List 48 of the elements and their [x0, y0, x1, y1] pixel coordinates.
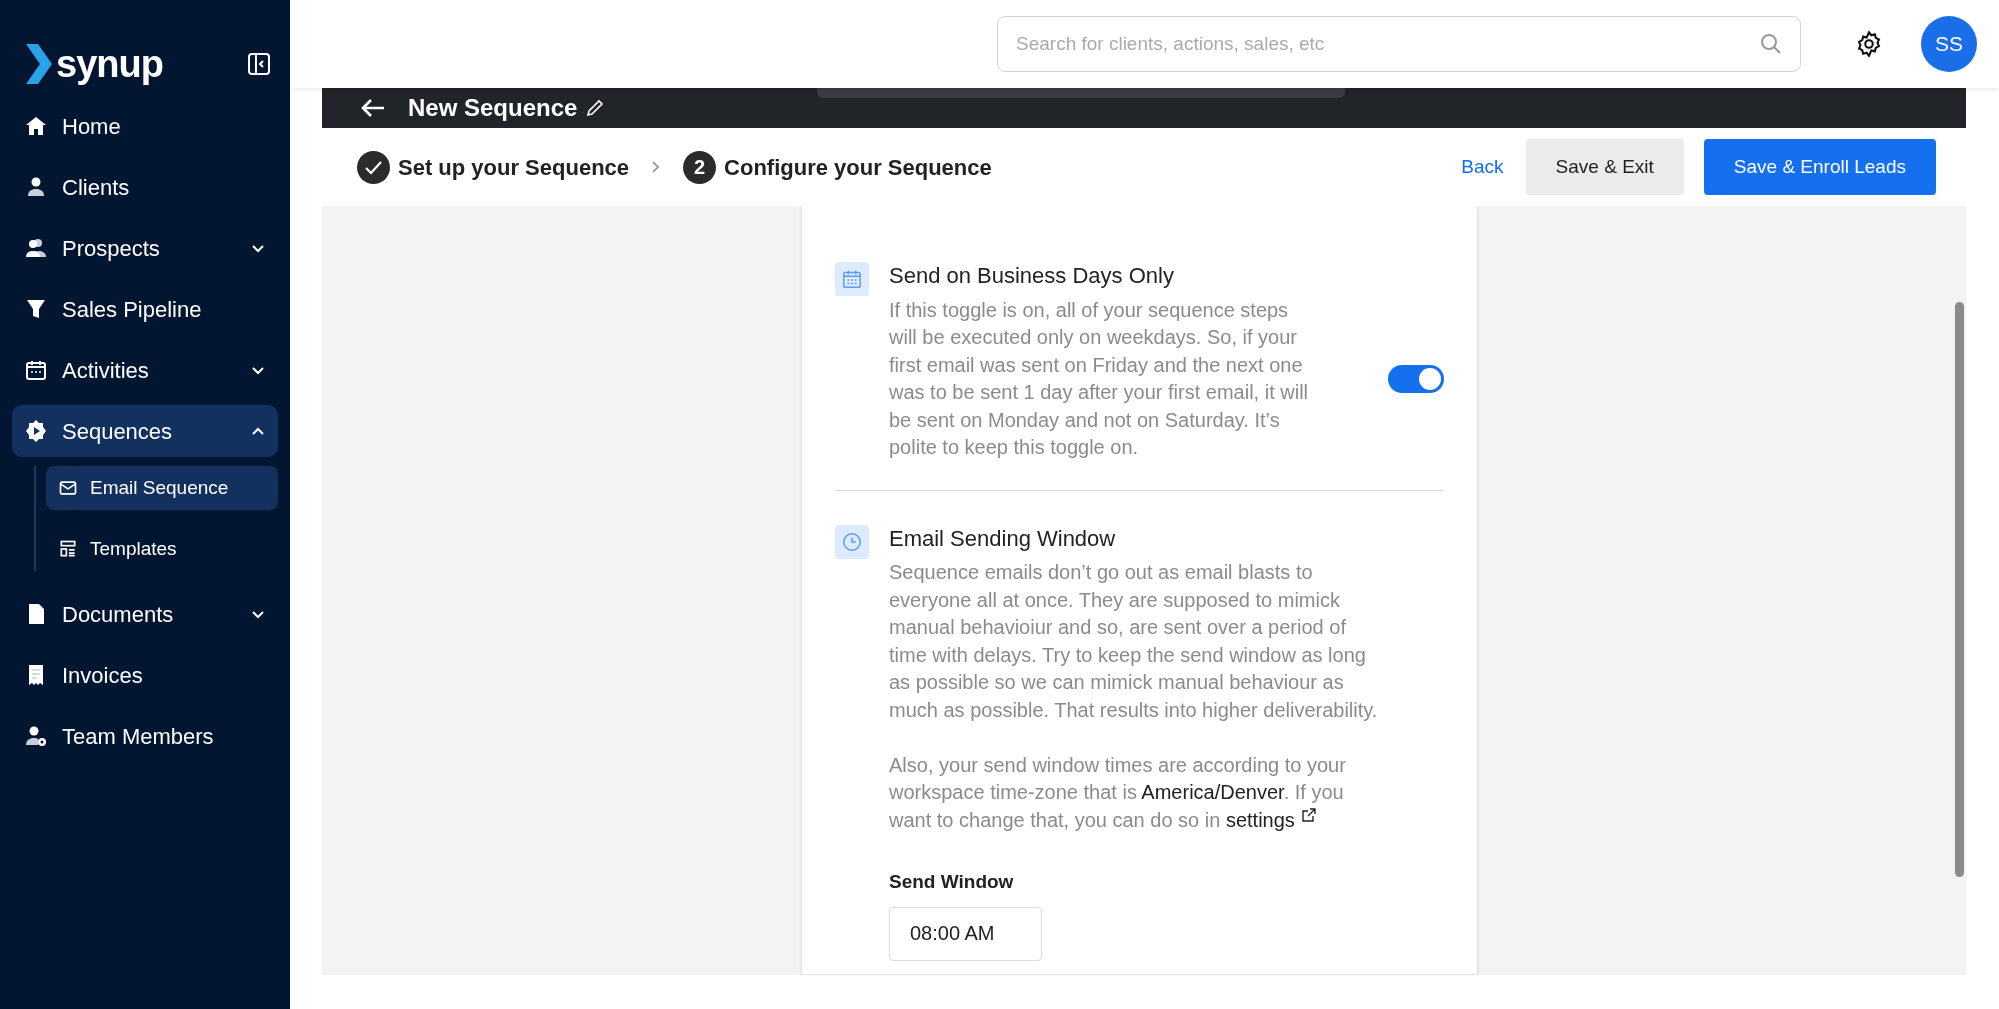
section-description: If this toggle is on, all of your sequence steps will be executed only on weekdays. So, if your first email was sent on Friday and the next one was to be sent 1 day after your first email, it will be sent on Monday and not on Saturday. It’s polite to keep this toggle on. — [889, 297, 1310, 461]
gear-icon — [24, 419, 48, 443]
sidebar-toggle-icon[interactable] — [248, 53, 270, 75]
sidebar-item[interactable]: Invoices — [12, 649, 278, 701]
search-icon — [1759, 32, 1783, 56]
section-description: Sequence emails don’t go out as email blasts to everyone all at once. They are supposed to mimick manual behavioiur and so, are sent over a period of time with delays. Try to keep the send window as long as possible so we can mimick manual behaviour as much as possible. That results into higher deliverability. — [889, 560, 1379, 723]
sidebar-item[interactable]: Clients — [12, 161, 278, 213]
logo: synup — [56, 45, 163, 83]
step-label: Set up your Sequence — [398, 153, 630, 182]
settings-link[interactable]: settings — [1225, 808, 1295, 831]
back-arrow-icon[interactable] — [360, 97, 386, 119]
people-icon — [24, 236, 48, 260]
step-label: Configure your Sequence — [724, 153, 992, 182]
external-link-icon[interactable] — [1300, 806, 1317, 823]
toggle-switch[interactable] — [1388, 365, 1444, 394]
back-link[interactable]: Back — [1439, 152, 1526, 182]
layout-icon — [58, 539, 78, 559]
section-title: Email Sending Window — [889, 524, 1117, 553]
sidebar-subitem[interactable]: Email Sequence — [46, 466, 278, 510]
save-exit-button[interactable]: Save & Exit — [1525, 139, 1684, 195]
sidebar-item[interactable]: Home — [12, 100, 278, 152]
sidebar-item[interactable]: Sequences — [12, 405, 278, 457]
mail-icon — [58, 478, 78, 498]
section-description: Also, your send window times are according to your workspace time-zone that is America/Denver. If you want to change that, you can do so in settings — [889, 752, 1347, 833]
clock-icon — [835, 524, 869, 559]
field-label: Send Window — [889, 870, 1015, 895]
sequence-title: New Sequence — [408, 96, 578, 120]
sidebar-item[interactable]: Sales Pipeline — [12, 283, 278, 335]
user-settings-icon — [24, 724, 48, 748]
funnel-icon — [24, 297, 48, 321]
save-enroll-button[interactable]: Save & Enroll Leads — [1703, 139, 1936, 195]
section-title: Send on Business Days Only — [889, 262, 1175, 290]
pencil-icon[interactable] — [585, 98, 606, 118]
sidebar-subitem[interactable]: Templates — [46, 527, 278, 571]
sidebar-item[interactable]: Team Members — [12, 710, 278, 762]
sidebar-item[interactable]: Documents — [12, 588, 278, 640]
search-field[interactable]: Search for clients, actions, sales, etc — [997, 16, 1801, 72]
logo-icon — [26, 44, 52, 84]
home-icon — [24, 114, 48, 138]
calendar-icon — [24, 358, 48, 382]
step-number: 2 — [683, 150, 717, 184]
sidebar-item[interactable]: Activities — [12, 344, 278, 396]
calendar-icon — [835, 262, 869, 296]
sidebar-item[interactable]: Prospects — [12, 222, 278, 274]
time-field[interactable]: 08:00 AM — [889, 906, 1042, 961]
user-avatar[interactable]: SS — [1921, 16, 1977, 72]
settings-icon[interactable] — [1855, 30, 1883, 58]
scrollbar-thumb[interactable] — [1955, 302, 1964, 877]
